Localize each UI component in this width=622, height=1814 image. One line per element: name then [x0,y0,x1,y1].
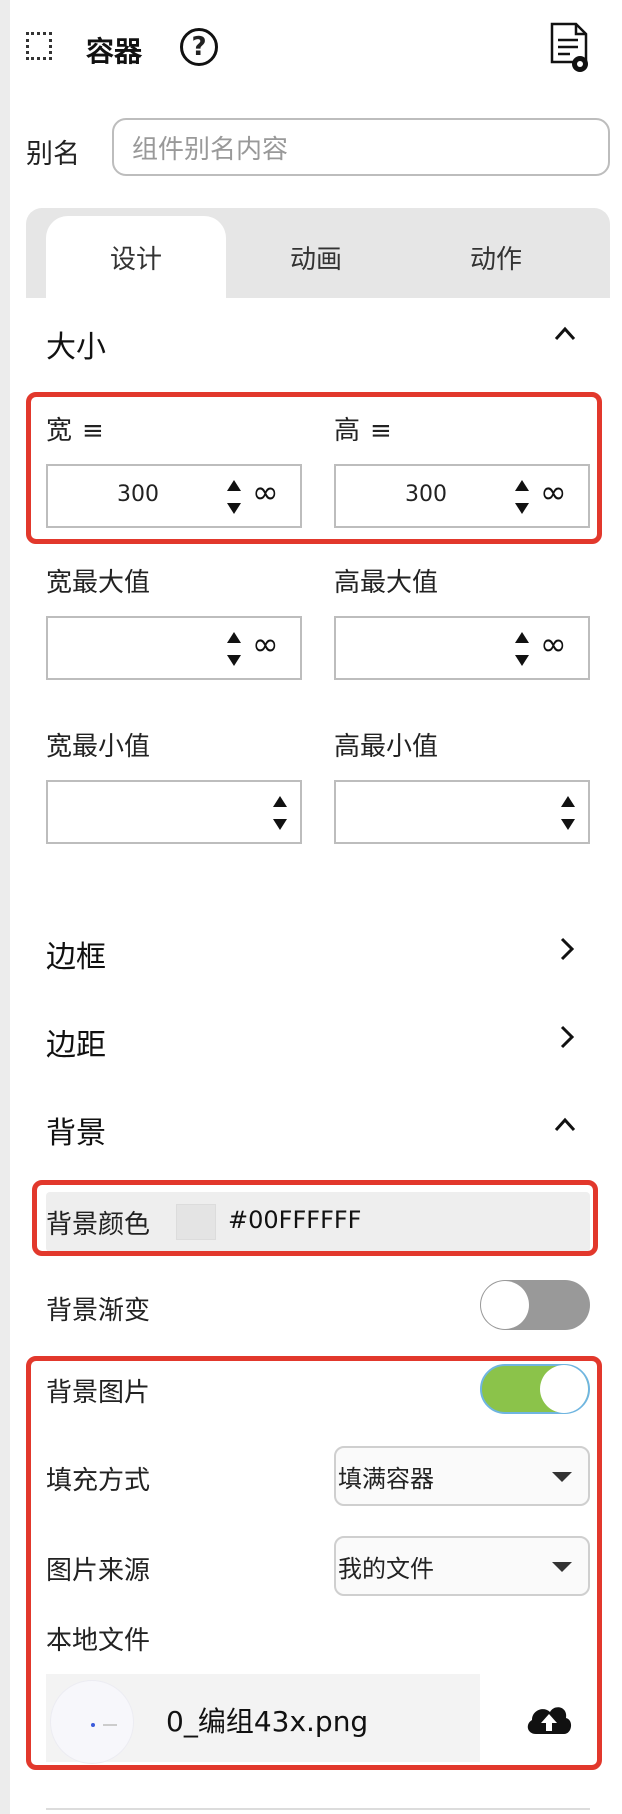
infinity-icon[interactable]: ∞ [540,476,567,508]
min-height-input[interactable] [334,780,590,844]
tab-action[interactable]: 动作 [406,216,586,298]
toggle-knob [481,1281,529,1329]
min-height-label: 高最小值 [334,732,439,762]
width-label: 宽 [46,416,73,446]
height-unit-menu-icon[interactable]: ≡ [370,416,392,446]
upload-cloud-icon[interactable] [524,1700,574,1744]
file-thumbnail-image [50,1680,134,1764]
chevron-right-icon[interactable] [556,1024,578,1054]
width-value: 300 [117,482,159,507]
min-width-input[interactable] [46,780,302,844]
width-label-row: 宽 ≡ [46,410,104,447]
max-width-input[interactable]: ∞ [46,616,302,680]
image-source-label: 图片来源 [46,1556,151,1586]
height-value: 300 [405,482,447,507]
fill-mode-select[interactable]: 填满容器 [334,1446,590,1506]
spinner-icon[interactable] [226,478,242,516]
infinity-icon[interactable]: ∞ [252,476,279,508]
image-source-select[interactable]: 我的文件 [334,1536,590,1596]
image-source-value: 我的文件 [338,1554,434,1583]
local-file-label: 本地文件 [46,1626,151,1656]
height-label-row: 高 ≡ [334,410,392,447]
background-section-title[interactable]: 背景 [46,1108,106,1152]
toggle-knob [540,1365,588,1413]
infinity-icon[interactable]: ∞ [540,628,567,660]
spinner-icon[interactable] [514,478,530,516]
highlight-color-box [32,1180,598,1256]
spinner-icon[interactable] [272,794,288,832]
document-settings-icon[interactable] [548,22,590,74]
tab-design[interactable]: 设计 [46,216,226,298]
width-unit-menu-icon[interactable]: ≡ [82,416,104,446]
border-section-title[interactable]: 边框 [46,932,106,976]
max-width-label: 宽最大值 [46,568,151,598]
background-image-toggle[interactable] [480,1364,590,1414]
help-icon[interactable]: ? [180,28,218,66]
fill-mode-value: 填满容器 [338,1464,434,1493]
alias-label: 别名 [26,139,80,170]
height-input[interactable]: 300 ∞ [334,464,590,528]
panel-title: 容器 [86,35,143,68]
background-gradient-toggle[interactable] [480,1280,590,1330]
spinner-icon[interactable] [514,630,530,668]
fill-mode-label: 填充方式 [46,1466,151,1496]
height-label: 高 [334,416,361,446]
max-height-input[interactable]: ∞ [334,616,590,680]
width-input[interactable]: 300 ∞ [46,464,302,528]
spinner-icon[interactable] [226,630,242,668]
divider [46,1808,590,1810]
max-height-label: 高最大值 [334,568,439,598]
margin-section-title[interactable]: 边距 [46,1020,106,1064]
file-name: 0_编组43x.png [166,1705,369,1738]
chevron-right-icon[interactable] [556,936,578,966]
min-width-label: 宽最小值 [46,732,151,762]
chevron-up-icon[interactable] [552,1112,578,1142]
container-icon [26,32,52,60]
dropdown-caret-icon [552,1562,572,1572]
tab-animation[interactable]: 动画 [226,216,406,298]
chevron-up-icon[interactable] [552,320,578,355]
size-section-title[interactable]: 大小 [46,322,106,366]
infinity-icon[interactable]: ∞ [252,628,279,660]
left-edge-bar [0,0,10,1814]
dropdown-caret-icon [552,1472,572,1482]
spinner-icon[interactable] [560,794,576,832]
alias-input[interactable]: 组件别名内容 [112,118,610,176]
background-gradient-label: 背景渐变 [46,1296,151,1326]
background-image-label: 背景图片 [46,1378,151,1408]
